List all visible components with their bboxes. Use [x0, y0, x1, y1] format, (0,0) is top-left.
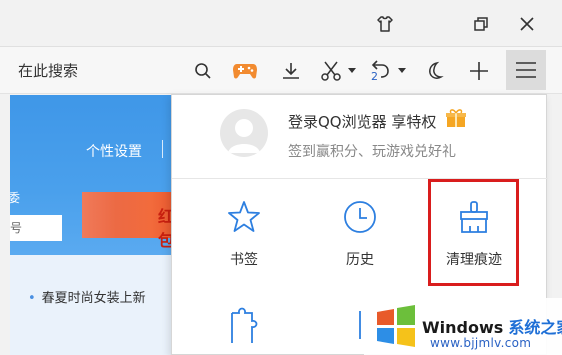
news-item[interactable]: 春夏时尚女装上新	[28, 287, 146, 306]
close-icon[interactable]	[512, 10, 542, 38]
avatar[interactable]	[220, 109, 268, 157]
star-icon	[196, 199, 292, 239]
title-bar	[0, 0, 562, 46]
gift-icon	[445, 108, 467, 132]
watermark-url: www.bjjmlv.com	[430, 336, 532, 350]
watermark-cn: 系统之家	[508, 318, 562, 337]
game-icon[interactable]	[230, 56, 260, 86]
restore-icon[interactable]	[466, 10, 496, 38]
screenshot-scissors-icon[interactable]	[318, 56, 344, 86]
undo-count: 2	[371, 70, 378, 83]
browser-window: 2 个性设置 委 号 红包 春夏时尚女装上新 登录QQ浏览器 享特权	[0, 0, 562, 355]
history-label: 历史	[346, 252, 374, 268]
text-fragment: 委	[10, 191, 21, 205]
login-link[interactable]: 登录QQ浏览器 享特权	[288, 111, 436, 132]
personal-settings-link[interactable]: 个性设置	[86, 141, 142, 161]
login-subtitle: 签到赢积分、玩游戏兑好礼	[288, 144, 456, 160]
search-input[interactable]	[10, 56, 220, 86]
chevron-down-icon[interactable]	[346, 56, 358, 86]
search-icon[interactable]	[190, 56, 216, 86]
extensions-button[interactable]	[196, 303, 292, 353]
watermark: Windows 系统之家 www.bjjmlv.com	[364, 298, 562, 355]
clock-icon	[312, 199, 408, 239]
history-button[interactable]: 历史	[312, 199, 408, 279]
puzzle-icon	[231, 307, 258, 343]
new-tab-plus-icon[interactable]	[466, 56, 492, 86]
bookmarks-label: 书签	[230, 252, 258, 268]
undo-icon[interactable]: 2	[366, 56, 394, 86]
download-icon[interactable]	[278, 56, 304, 86]
webpage-content: 个性设置 委 号 红包 春夏时尚女装上新	[10, 95, 180, 355]
skin-icon[interactable]	[370, 10, 400, 38]
watermark-windows: Windows	[422, 318, 504, 337]
login-section[interactable]: 登录QQ浏览器 享特权 签到赢积分、玩游戏兑好礼	[172, 95, 548, 179]
toolbar: 2	[0, 46, 562, 94]
menu-button[interactable]	[506, 50, 546, 90]
hamburger-icon	[516, 62, 536, 78]
highlight-box	[428, 179, 519, 286]
search-box-fragment[interactable]: 号	[10, 215, 62, 241]
divider	[162, 140, 163, 158]
chevron-down-icon[interactable]	[396, 56, 408, 86]
bookmarks-button[interactable]: 书签	[196, 199, 292, 279]
night-mode-moon-icon[interactable]	[422, 56, 448, 86]
watermark-title: Windows 系统之家	[422, 314, 562, 338]
windows-logo-icon	[374, 304, 418, 352]
